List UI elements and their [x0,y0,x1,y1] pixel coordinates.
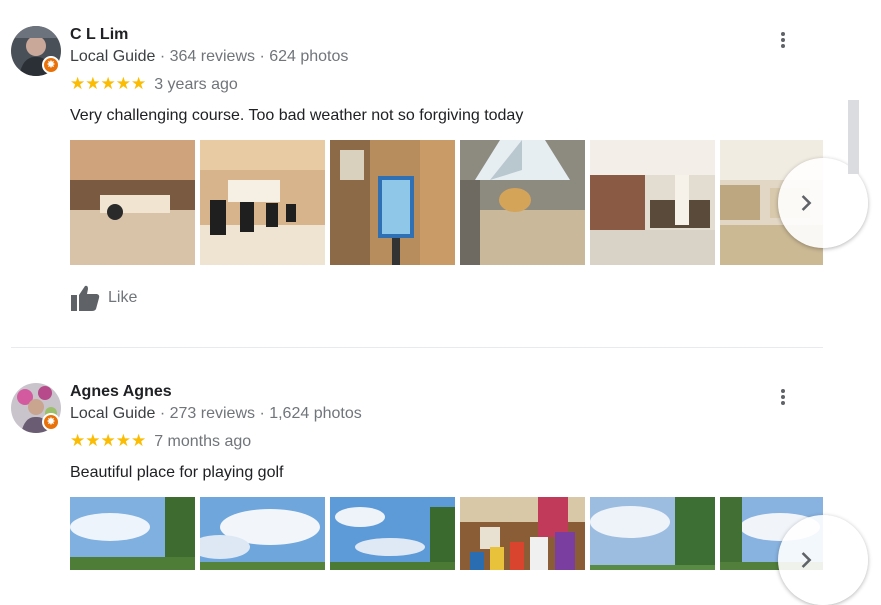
star-rating: ★★★★★ [70,431,147,450]
more-vert-icon[interactable] [774,30,792,54]
review-photo[interactable] [200,497,325,570]
review-photos [70,140,823,265]
star-rating: ★★★★★ [70,74,147,93]
review-photos [70,497,823,570]
more-vert-icon[interactable] [774,387,792,411]
like-label: Like [108,289,138,306]
local-guide-label: Local Guide [70,405,156,422]
local-guide-badge-icon: ✸ [42,413,60,431]
local-guide-badge-icon: ✸ [42,56,60,74]
review-rating: ★★★★★ 3 years ago [70,74,238,94]
review-date: 7 months ago [154,433,252,450]
review-photo[interactable] [460,140,585,265]
review-text: Very challenging course. Too bad weather… [70,107,524,124]
review-photo[interactable] [70,497,195,570]
review-photo[interactable] [590,140,715,265]
review-photo[interactable] [200,140,325,265]
review-photo[interactable] [460,497,585,570]
local-guide-label: Local Guide [70,48,156,65]
reviewer-name[interactable]: Agnes Agnes [70,383,172,401]
review-photo[interactable] [330,140,455,265]
reviewer-stats: · 364 reviews · 624 photos [159,48,349,65]
review-photo[interactable] [70,140,195,265]
reviewer-stats: · 273 reviews · 1,624 photos [159,405,362,422]
reviewer-meta: Local Guide · 273 reviews · 1,624 photos [70,405,362,423]
reviewer-name[interactable]: C L Lim [70,26,128,44]
chevron-right-icon [801,195,812,211]
chevron-right-icon [801,552,812,568]
review-rating: ★★★★★ 7 months ago [70,431,251,451]
review-photo[interactable] [590,497,715,570]
scrollbar-thumb[interactable] [848,100,859,174]
review-divider [11,347,823,348]
review-date: 3 years ago [154,76,238,93]
thumb-up-icon [71,285,100,311]
reviewer-meta: Local Guide · 364 reviews · 624 photos [70,48,348,66]
review-text: Beautiful place for playing golf [70,464,284,481]
review-photo[interactable] [330,497,455,570]
next-photos-button[interactable] [778,515,868,605]
